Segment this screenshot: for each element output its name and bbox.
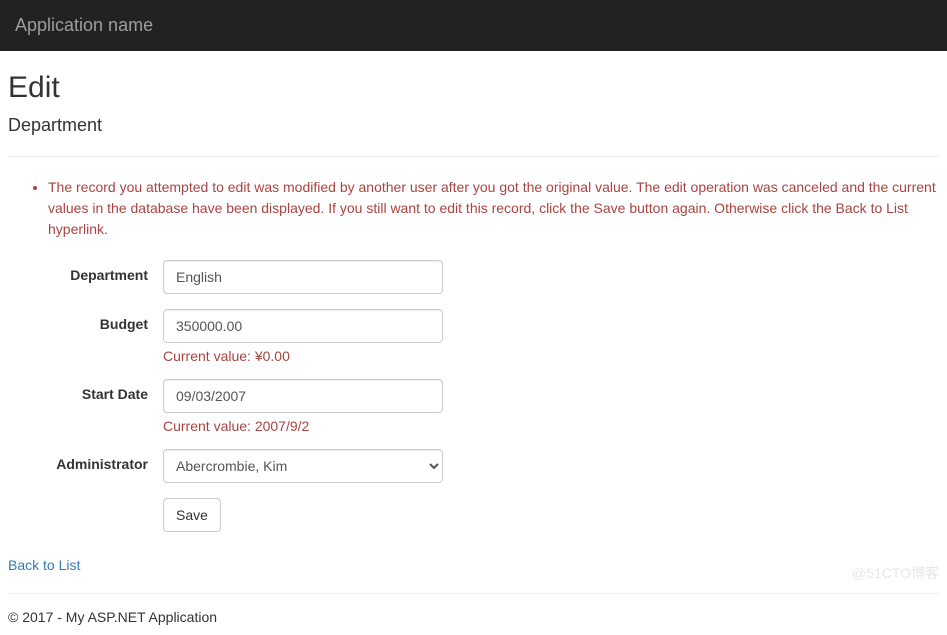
page-title: Edit — [8, 71, 939, 105]
form-group-startdate: Start Date Current value: 2007/9/2 — [8, 379, 939, 434]
form-group-administrator: Administrator Abercrombie, Kim — [8, 449, 939, 483]
brand-link[interactable]: Application name — [15, 15, 153, 35]
page-subtitle: Department — [8, 115, 939, 136]
edit-form: Department Budget Current value: ¥0.00 S… — [8, 260, 939, 532]
form-group-actions: Save — [8, 498, 939, 532]
select-administrator[interactable]: Abercrombie, Kim — [163, 449, 443, 483]
input-budget[interactable] — [163, 309, 443, 343]
footer: © 2017 - My ASP.NET Application — [8, 593, 939, 635]
validation-message: The record you attempted to edit was mod… — [48, 177, 939, 240]
watermark: @51CTO博客 — [852, 563, 939, 583]
save-button[interactable]: Save — [163, 498, 221, 532]
form-group-department: Department — [8, 260, 939, 294]
main-container: Edit Department The record you attempted… — [0, 51, 947, 635]
input-department[interactable] — [163, 260, 443, 294]
label-spacer — [8, 498, 163, 505]
validation-summary: The record you attempted to edit was mod… — [8, 177, 939, 240]
label-department: Department — [8, 260, 163, 283]
label-administrator: Administrator — [8, 449, 163, 472]
back-to-list-link[interactable]: Back to List — [8, 557, 80, 573]
navbar: Application name — [0, 0, 947, 51]
footer-text: © 2017 - My ASP.NET Application — [8, 609, 939, 625]
error-startdate: Current value: 2007/9/2 — [163, 418, 443, 434]
label-startdate: Start Date — [8, 379, 163, 402]
input-startdate[interactable] — [163, 379, 443, 413]
error-budget: Current value: ¥0.00 — [163, 348, 443, 364]
form-group-budget: Budget Current value: ¥0.00 — [8, 309, 939, 364]
divider-top — [8, 156, 939, 157]
label-budget: Budget — [8, 309, 163, 332]
